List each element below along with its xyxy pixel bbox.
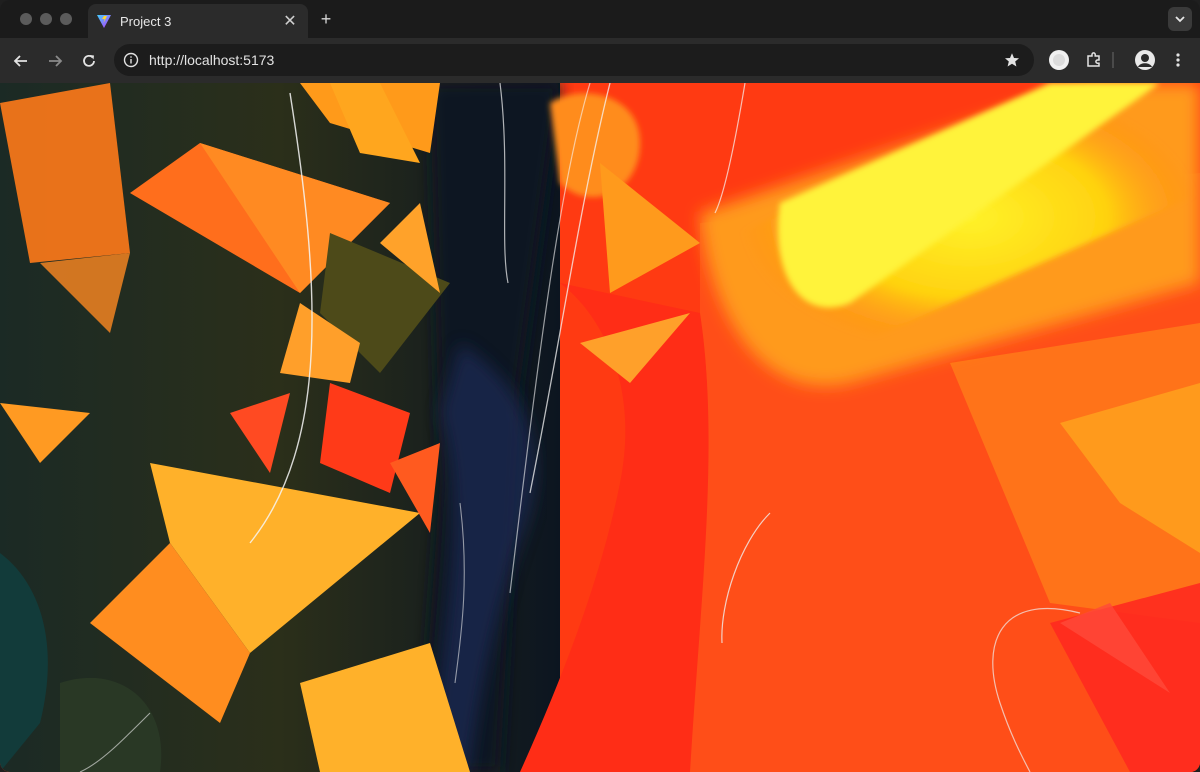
back-arrow-icon[interactable]	[9, 49, 33, 73]
window-close-button[interactable]	[20, 13, 32, 25]
window-zoom-button[interactable]	[60, 13, 72, 25]
address-bar[interactable]: http://localhost:5173	[114, 44, 1034, 76]
toolbar: http://localhost:5173	[0, 38, 1200, 83]
avatar[interactable]	[1133, 48, 1157, 72]
toolbar-divider	[1112, 52, 1114, 68]
abstract-3d-scene	[0, 83, 1200, 772]
window-minimize-button[interactable]	[40, 13, 52, 25]
star-icon[interactable]	[1002, 50, 1022, 70]
tab-search-chevron-down-icon[interactable]	[1168, 7, 1192, 31]
forward-arrow-icon[interactable]	[43, 49, 67, 73]
tab-strip: Project 3 ✕ +	[0, 0, 1200, 38]
tab-project-3[interactable]: Project 3 ✕	[88, 4, 308, 38]
profile-circle-icon[interactable]	[1047, 48, 1071, 72]
puzzle-icon[interactable]	[1082, 48, 1106, 72]
reload-icon[interactable]	[77, 49, 101, 73]
vite-logo-icon	[96, 13, 112, 29]
new-tab-plus-icon[interactable]: +	[316, 9, 336, 29]
browser-window: Project 3 ✕ + http://localhost:5173	[0, 0, 1200, 772]
info-icon[interactable]	[122, 51, 140, 69]
tab-close-icon[interactable]: ✕	[280, 11, 300, 31]
webgl-canvas[interactable]	[0, 83, 1200, 772]
tab-title: Project 3	[120, 13, 172, 29]
kebab-menu-icon[interactable]	[1166, 48, 1190, 72]
url-text[interactable]: http://localhost:5173	[149, 52, 1002, 68]
